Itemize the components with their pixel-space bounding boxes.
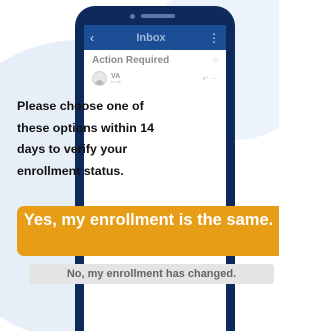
enrollment-same-button[interactable]: Yes, my enrollment is the same. [17, 206, 279, 256]
speaker-grille [141, 14, 175, 18]
email-body: Please choose one of these options withi… [17, 99, 154, 178]
email-subject-row: Action Required ☆ [84, 50, 226, 66]
enrollment-changed-button[interactable]: No, my enrollment has changed. [29, 264, 274, 284]
star-icon[interactable]: ☆ [212, 55, 220, 66]
email-sender-row: VA to me ↶ ⋯ [84, 66, 226, 86]
phone-speaker [130, 13, 180, 19]
sender-meta: VA to me [111, 73, 121, 85]
avatar [92, 71, 107, 86]
camera-icon [130, 13, 135, 19]
avatar-silhouette [95, 80, 104, 85]
reply-icon[interactable]: ↶ ⋯ [202, 75, 220, 83]
chevron-left-icon[interactable]: ‹ [90, 32, 94, 44]
sender-recipient: to me [111, 78, 122, 84]
illustration: ‹ Inbox ⋮ Action Required ☆ VA to me ↶ ⋯… [0, 0, 279, 331]
email-subject: Action Required [92, 55, 170, 66]
app-bar-title: Inbox [136, 31, 166, 44]
inbox-app-bar: ‹ Inbox ⋮ [84, 25, 226, 50]
more-vertical-icon[interactable]: ⋮ [208, 32, 220, 44]
